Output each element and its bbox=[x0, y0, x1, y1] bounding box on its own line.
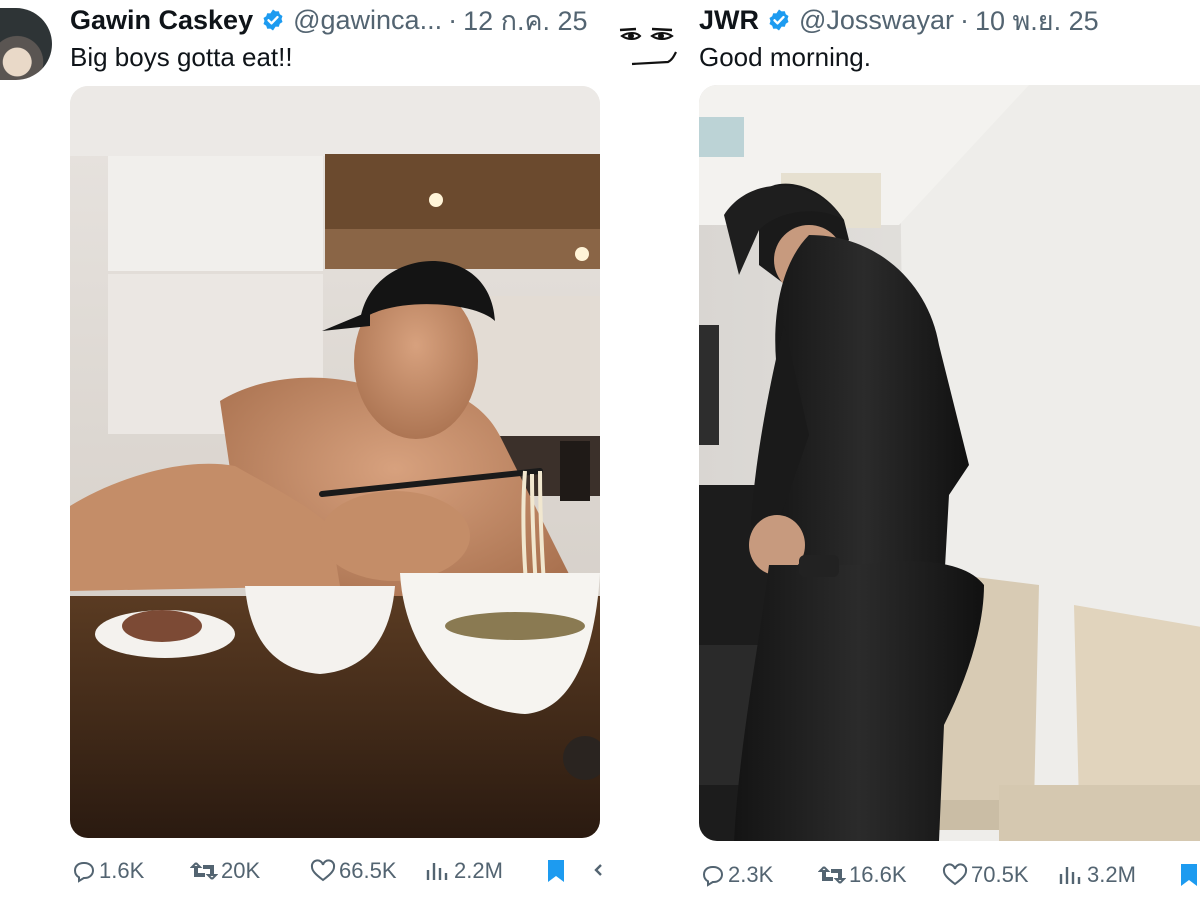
tweet-card: JWR @Josswayar · 10 พ.ย. 25 Good morning… bbox=[610, 0, 1200, 900]
avatar[interactable] bbox=[616, 18, 686, 78]
views-button[interactable]: 2.2M bbox=[425, 858, 503, 884]
author-handle[interactable]: @Josswayar bbox=[799, 5, 954, 36]
bookmark-button[interactable] bbox=[545, 858, 570, 884]
tweet-header: Gawin Caskey @gawinca... · 12 ก.ค. 25 bbox=[70, 0, 588, 40]
author-name[interactable]: Gawin Caskey bbox=[70, 5, 253, 36]
views-button[interactable]: 3.2M bbox=[1058, 862, 1136, 888]
views-chart-icon bbox=[1059, 867, 1081, 884]
tweet-header: JWR @Josswayar · 10 พ.ย. 25 bbox=[699, 0, 1099, 40]
tweet-media-photo[interactable] bbox=[70, 86, 600, 838]
like-button[interactable]: 66.5K bbox=[310, 858, 397, 884]
bookmark-icon bbox=[548, 860, 564, 882]
like-count: 66.5K bbox=[339, 858, 397, 883]
photo-image bbox=[699, 85, 1200, 841]
repost-button[interactable]: 16.6K bbox=[818, 862, 907, 888]
reply-button[interactable]: 2.3K bbox=[701, 862, 773, 888]
repost-icon bbox=[190, 862, 218, 880]
reply-count: 2.3K bbox=[728, 862, 774, 887]
reply-count: 1.6K bbox=[99, 858, 145, 883]
tweet-media-photo[interactable] bbox=[699, 85, 1200, 841]
like-button[interactable]: 70.5K bbox=[942, 862, 1029, 888]
reply-icon bbox=[702, 866, 724, 887]
views-count: 3.2M bbox=[1087, 862, 1136, 887]
reply-icon bbox=[73, 862, 95, 883]
tweet-text: Big boys gotta eat!! bbox=[70, 42, 293, 72]
tweet-text: Good morning. bbox=[699, 42, 871, 72]
verified-badge-icon bbox=[263, 9, 283, 31]
share-button[interactable] bbox=[592, 858, 607, 882]
tweet-date[interactable]: 12 ก.ค. 25 bbox=[463, 0, 587, 42]
photo-image bbox=[70, 86, 600, 838]
verified-badge-icon bbox=[769, 9, 789, 31]
bookmark-icon bbox=[1181, 864, 1197, 886]
meme-face-icon bbox=[619, 27, 677, 66]
repost-button[interactable]: 20K bbox=[190, 858, 260, 884]
repost-count: 16.6K bbox=[849, 862, 907, 887]
bookmark-button[interactable] bbox=[1178, 862, 1200, 888]
separator: · bbox=[448, 4, 458, 35]
author-name[interactable]: JWR bbox=[699, 5, 759, 36]
reply-button[interactable]: 1.6K bbox=[72, 858, 144, 884]
share-icon bbox=[594, 864, 602, 876]
heart-icon bbox=[310, 859, 336, 882]
tweet-date[interactable]: 10 พ.ย. 25 bbox=[975, 0, 1099, 42]
views-count: 2.2M bbox=[454, 858, 503, 883]
author-handle[interactable]: @gawinca... bbox=[293, 5, 442, 36]
repost-icon bbox=[818, 866, 846, 884]
like-count: 70.5K bbox=[971, 862, 1029, 887]
views-chart-icon bbox=[426, 863, 448, 880]
avatar[interactable] bbox=[0, 8, 52, 80]
repost-count: 20K bbox=[221, 858, 261, 883]
heart-icon bbox=[942, 863, 968, 886]
tweet-card: Gawin Caskey @gawinca... · 12 ก.ค. 25 Bi… bbox=[0, 0, 610, 900]
separator: · bbox=[959, 4, 969, 35]
